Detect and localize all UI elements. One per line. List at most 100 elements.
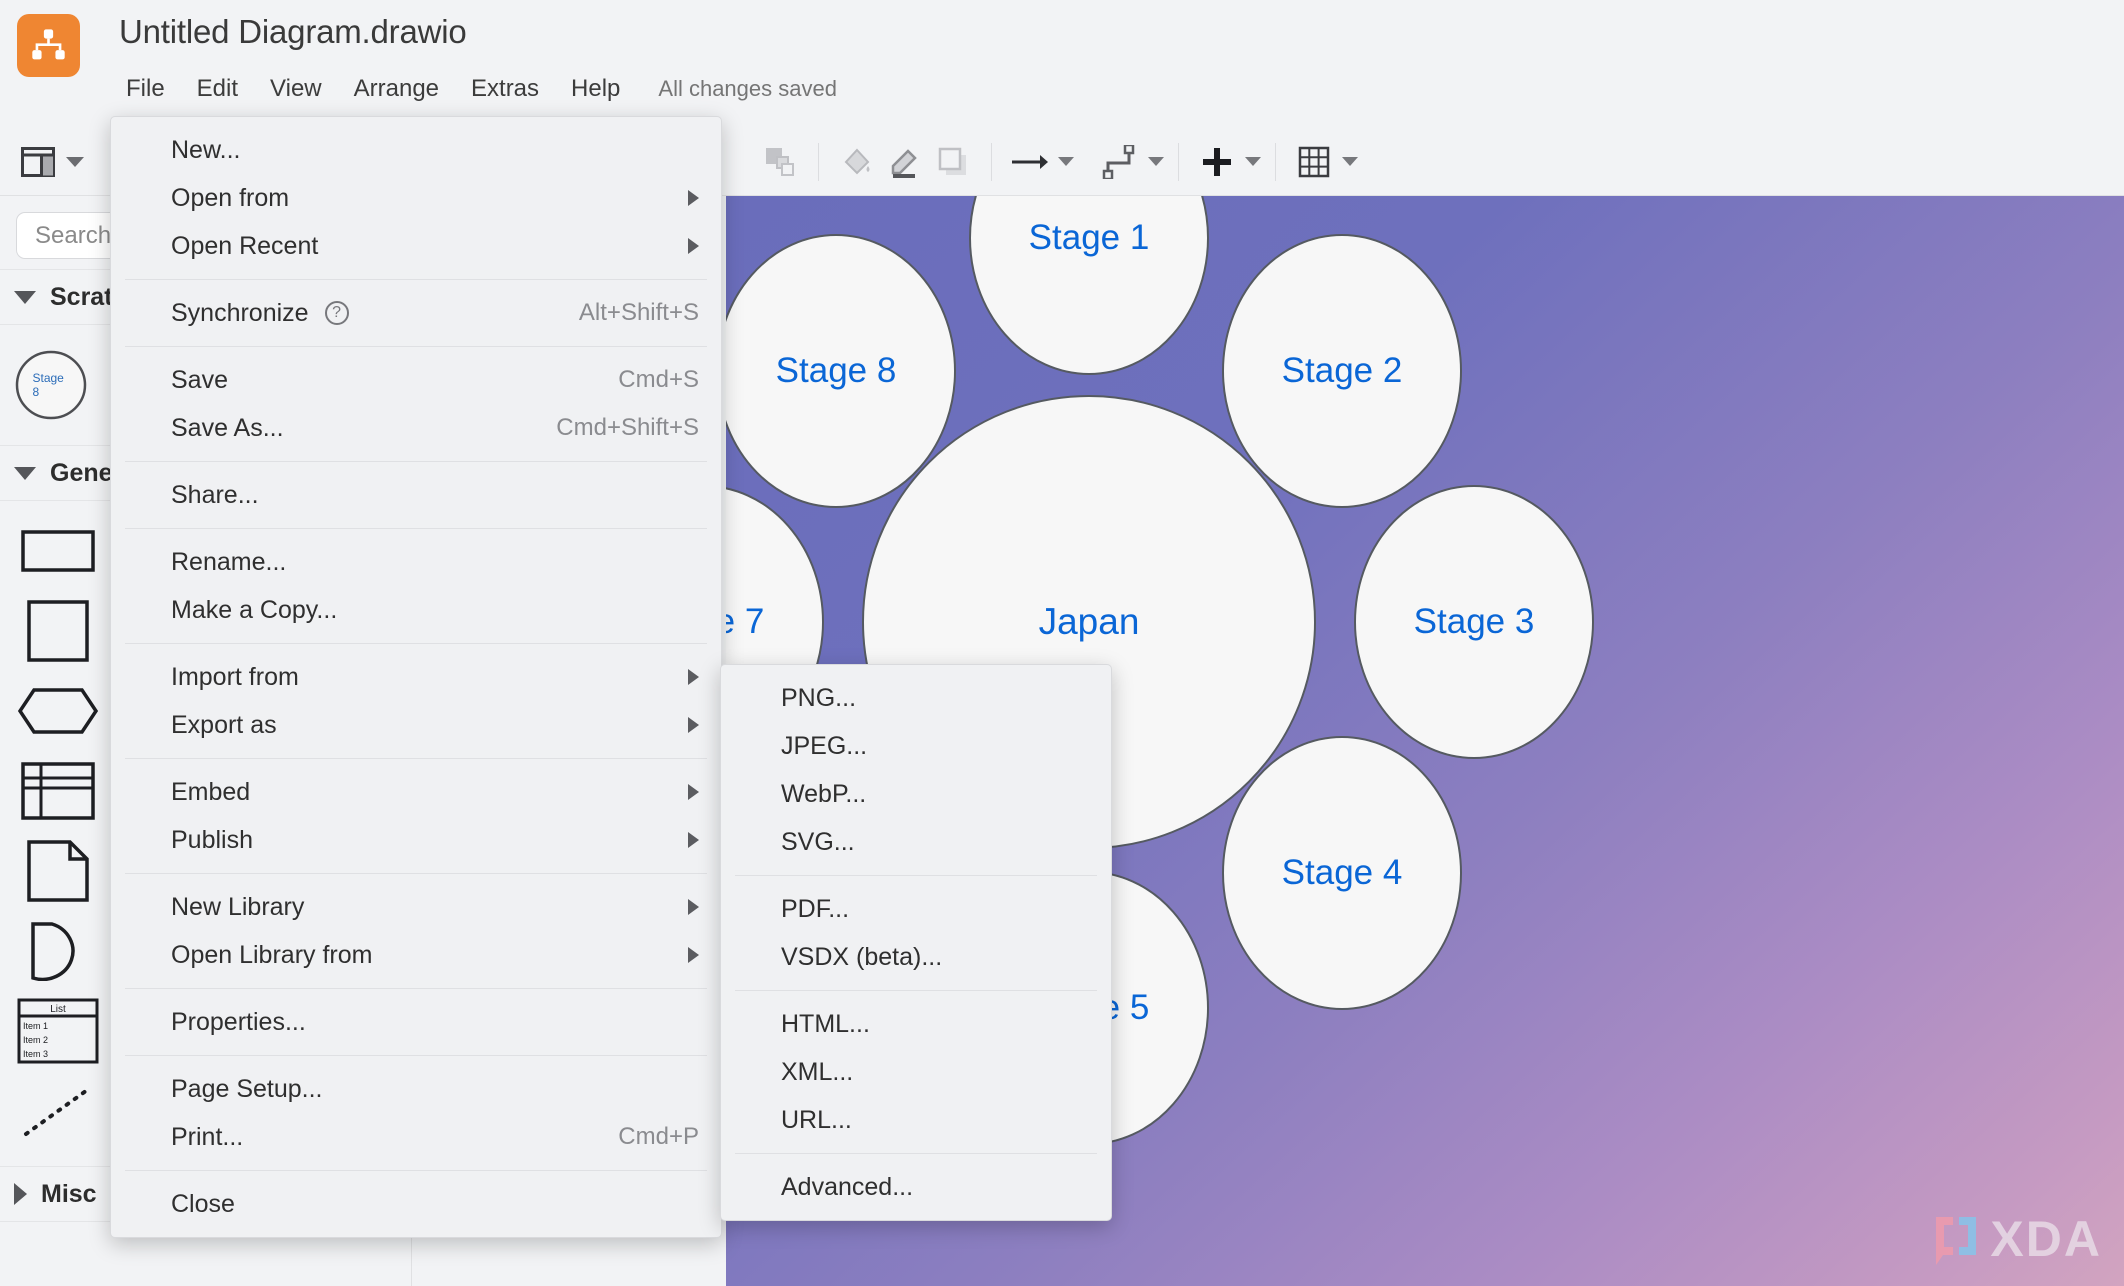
menu-divider <box>125 1055 707 1056</box>
file-menu-panel[interactable]: New... Open from Open Recent Synchronize… <box>110 116 722 1238</box>
chevron-right-icon <box>688 238 699 254</box>
document-shape[interactable] <box>8 831 108 911</box>
menu-item-make-a-copy[interactable]: Make a Copy... <box>111 586 721 634</box>
menu-item-export-jpeg[interactable]: JPEG... <box>721 722 1111 770</box>
xda-watermark: XDA <box>1932 1210 2102 1268</box>
menu-item-import-from[interactable]: Import from <box>111 653 721 701</box>
menu-divider <box>125 1170 707 1171</box>
menu-item-export-url[interactable]: URL... <box>721 1096 1111 1144</box>
connection-style-icon[interactable] <box>1096 138 1144 186</box>
chevron-down-icon[interactable] <box>1058 157 1074 166</box>
to-front-back-icon[interactable] <box>756 138 804 186</box>
menu-item-new-library[interactable]: New Library <box>111 883 721 931</box>
menu-file[interactable]: File <box>126 75 181 103</box>
menu-item-label: Open Recent <box>171 231 319 260</box>
menu-item-label: URL... <box>781 1105 852 1134</box>
menu-divider <box>125 873 707 874</box>
save-status: All changes saved <box>658 76 837 101</box>
menu-item-export-svg[interactable]: SVG... <box>721 818 1111 866</box>
menu-item-close[interactable]: Close <box>111 1180 721 1228</box>
chevron-right-icon <box>688 190 699 206</box>
insert-icon[interactable] <box>1193 138 1241 186</box>
menu-item-label: HTML... <box>781 1009 870 1038</box>
menu-item-page-setup[interactable]: Page Setup... <box>111 1065 721 1113</box>
chevron-down-icon[interactable] <box>1342 157 1358 166</box>
menu-item-label: Save <box>171 365 228 394</box>
toolbar-insert-group <box>1193 138 1261 186</box>
menu-item-save[interactable]: Save Cmd+S <box>111 356 721 404</box>
menu-edit[interactable]: Edit <box>181 75 254 103</box>
waypoints-arrow-icon[interactable] <box>1006 138 1054 186</box>
scratchpad-shape-label: Stage 8 <box>32 371 64 399</box>
toolbar-divider <box>1178 142 1179 181</box>
menu-item-open-recent[interactable]: Open Recent <box>111 222 721 270</box>
menu-item-synchronize[interactable]: Synchronize ? Alt+Shift+S <box>111 289 721 337</box>
toolbar-divider <box>1275 142 1276 181</box>
menu-item-export-html[interactable]: HTML... <box>721 1000 1111 1048</box>
menu-item-label: SVG... <box>781 827 855 856</box>
menu-item-label: Open from <box>171 183 290 212</box>
document-title: Untitled Diagram.drawio <box>119 13 467 50</box>
chevron-down-icon[interactable] <box>66 156 84 167</box>
list-shape[interactable]: List Item 1 Item 2 Item 3 <box>8 991 108 1071</box>
chevron-right-icon <box>688 784 699 800</box>
menu-item-label: Print... <box>171 1122 244 1151</box>
menu-item-publish[interactable]: Publish <box>111 816 721 864</box>
scratchpad-shape-stage-8[interactable]: Stage 8 <box>14 348 88 422</box>
menu-item-print[interactable]: Print... Cmd+P <box>111 1113 721 1161</box>
help-icon[interactable]: ? <box>324 301 349 325</box>
svg-text:Item 3: Item 3 <box>23 1049 48 1059</box>
toolbar-arrange-group <box>756 138 804 186</box>
menu-item-label: XML... <box>781 1057 854 1086</box>
toolbar-connection-group <box>1006 138 1164 186</box>
toolbar-view-group <box>14 138 84 186</box>
menu-item-label: New... <box>171 135 241 164</box>
menu-item-share[interactable]: Share... <box>111 471 721 519</box>
chevron-down-icon[interactable] <box>1148 157 1164 166</box>
menu-divider <box>125 279 707 280</box>
menu-arrange[interactable]: Arrange <box>338 75 455 103</box>
menu-item-label: PDF... <box>781 894 850 923</box>
menu-item-save-as[interactable]: Save As... Cmd+Shift+S <box>111 404 721 452</box>
dotted-line-shape[interactable] <box>8 1071 108 1151</box>
menu-view[interactable]: View <box>254 75 338 103</box>
menu-item-export-as[interactable]: Export as <box>111 701 721 749</box>
layout-panel-icon[interactable] <box>14 138 62 186</box>
line-color-icon[interactable] <box>881 138 929 186</box>
menu-item-properties[interactable]: Properties... <box>111 998 721 1046</box>
xda-watermark-text: XDA <box>1990 1211 2102 1267</box>
toolbar-divider <box>818 142 819 181</box>
chevron-down-icon[interactable] <box>1245 157 1261 166</box>
xda-logo-icon <box>1936 1217 1977 1265</box>
menu-extras[interactable]: Extras <box>455 75 555 103</box>
menu-item-label: Share... <box>171 480 259 509</box>
fill-color-icon[interactable] <box>833 138 881 186</box>
menu-item-new[interactable]: New... <box>111 126 721 174</box>
toolbar-table-group <box>1290 138 1358 186</box>
menu-divider <box>125 988 707 989</box>
menu-item-export-advanced[interactable]: Advanced... <box>721 1163 1111 1211</box>
half-circle-shape[interactable] <box>8 911 108 991</box>
menu-item-embed[interactable]: Embed <box>111 768 721 816</box>
table-icon[interactable] <box>1290 138 1338 186</box>
menu-item-export-vsdx[interactable]: VSDX (beta)... <box>721 933 1111 981</box>
shadow-icon[interactable] <box>929 138 977 186</box>
menu-item-shortcut: Cmd+Shift+S <box>556 414 699 441</box>
menu-item-label: Publish <box>171 825 253 854</box>
menu-item-rename[interactable]: Rename... <box>111 538 721 586</box>
menu-item-export-pdf[interactable]: PDF... <box>721 885 1111 933</box>
menu-item-export-xml[interactable]: XML... <box>721 1048 1111 1096</box>
menu-item-export-png[interactable]: PNG... <box>721 674 1111 722</box>
square-shape[interactable] <box>8 591 108 671</box>
hexagon-shape[interactable] <box>8 671 108 751</box>
svg-text:Item 2: Item 2 <box>23 1035 48 1045</box>
menu-item-open-from[interactable]: Open from <box>111 174 721 222</box>
node-shape-stage-1 <box>969 196 1209 375</box>
menu-help[interactable]: Help <box>555 75 636 103</box>
menu-item-open-library-from[interactable]: Open Library from <box>111 931 721 979</box>
menu-item-label: PNG... <box>781 683 857 712</box>
menu-item-export-webp[interactable]: WebP... <box>721 770 1111 818</box>
rectangle-shape[interactable] <box>8 511 108 591</box>
table-shape[interactable] <box>8 751 108 831</box>
export-as-submenu-panel[interactable]: PNG... JPEG... WebP... SVG... PDF... VSD… <box>720 664 1112 1221</box>
